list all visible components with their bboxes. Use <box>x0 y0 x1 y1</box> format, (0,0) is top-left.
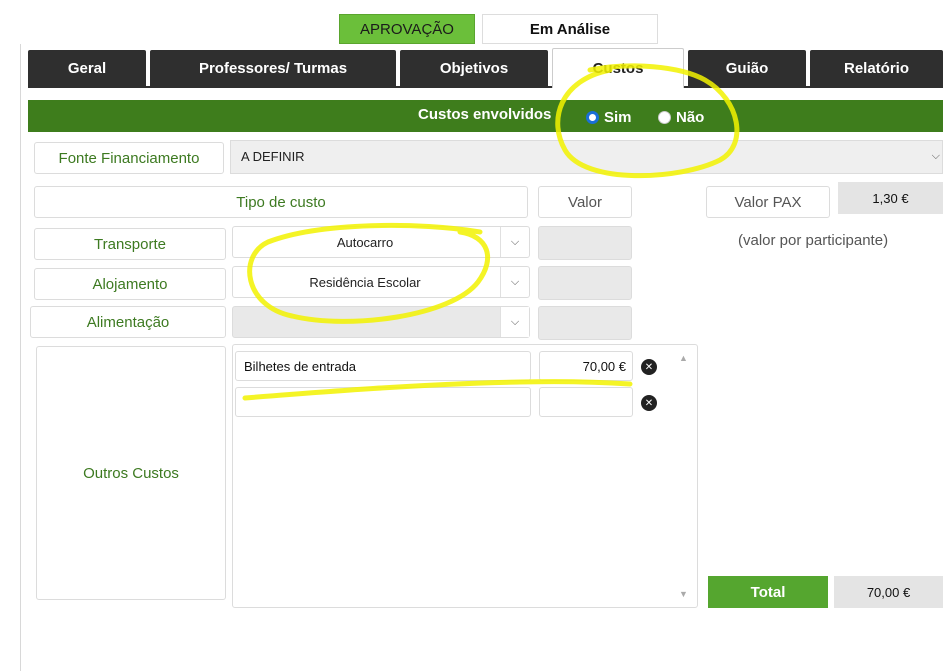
tab-relatorio[interactable]: Relatório <box>810 50 943 86</box>
total-label: Total <box>708 576 828 608</box>
costs-yes-radio[interactable]: Sim <box>586 109 632 126</box>
alojamento-select[interactable]: Residência Escolar ⌵ <box>232 266 530 298</box>
radio-unchecked-icon <box>658 111 671 124</box>
fonte-financiamento-value: A DEFINIR <box>241 149 305 164</box>
transporte-select[interactable]: Autocarro ⌵ <box>232 226 530 258</box>
total-value: 70,00 € <box>834 576 943 608</box>
transporte-label: Transporte <box>34 228 226 260</box>
tipo-custo-header-text: Tipo de custo <box>236 193 326 211</box>
alimentacao-value-input[interactable] <box>538 306 632 340</box>
chevron-down-icon: ⌵ <box>500 267 529 297</box>
fonte-financiamento-select[interactable]: A DEFINIR ⌵ <box>230 140 943 174</box>
total-label-text: Total <box>750 583 786 601</box>
tab-guiao[interactable]: Guião <box>688 50 806 86</box>
outros-custos-label-text: Outros Custos <box>83 464 179 482</box>
alojamento-value: Residência Escolar <box>309 274 421 290</box>
alimentacao-select[interactable]: ⌵ <box>232 306 530 338</box>
valor-header: Valor <box>538 186 632 218</box>
alojamento-value-input[interactable] <box>538 266 632 300</box>
fonte-financiamento-label-text: Fonte Financiamento <box>58 149 200 167</box>
scroll-up-icon[interactable]: ▲ <box>679 353 688 363</box>
status-value: Em Análise <box>482 14 658 44</box>
alojamento-label-text: Alojamento <box>92 275 168 293</box>
chevron-down-icon: ⌵ <box>500 227 529 257</box>
close-icon[interactable]: ✕ <box>641 359 657 375</box>
costs-involved-bar: Custos envolvidos Sim Não <box>28 100 943 132</box>
outros-item-2-description[interactable] <box>235 387 531 417</box>
status-label-text: APROVAÇÃO <box>360 20 454 38</box>
form-frame <box>20 44 22 671</box>
status-label: APROVAÇÃO <box>339 14 475 44</box>
tab-custos-label: Custos <box>592 60 644 77</box>
valor-pax-value: 1,30 € <box>838 182 943 214</box>
outros-item-1-value[interactable]: 70,00 € <box>539 351 633 381</box>
radio-checked-icon <box>586 111 599 124</box>
status-value-text: Em Análise <box>529 20 611 38</box>
outros-item-1-description-text: Bilhetes de entrada <box>244 358 357 374</box>
transporte-value: Autocarro <box>336 234 394 250</box>
costs-no-radio[interactable]: Não <box>658 109 704 126</box>
tab-bar-underline <box>28 86 552 88</box>
tab-bar-underline-right <box>684 86 943 88</box>
fonte-financiamento-label: Fonte Financiamento <box>34 142 224 174</box>
tab-guiao-label: Guião <box>725 59 769 77</box>
tab-professores-turmas[interactable]: Professores/ Turmas <box>150 50 396 86</box>
transporte-value-input[interactable] <box>538 226 632 260</box>
outros-item-2-value[interactable] <box>539 387 633 417</box>
valor-header-text: Valor <box>568 193 602 211</box>
chevron-down-icon: ⌵ <box>931 150 940 162</box>
costs-no-label: Não <box>676 109 705 126</box>
valor-pax-label-text: Valor PAX <box>734 193 802 211</box>
outros-item-1-description[interactable]: Bilhetes de entrada <box>235 351 531 381</box>
alimentacao-value <box>233 307 497 337</box>
tab-geral[interactable]: Geral <box>28 50 146 86</box>
tab-relatorio-label: Relatório <box>843 59 909 77</box>
scroll-down-icon[interactable]: ▼ <box>679 589 688 599</box>
tab-objetivos-label: Objetivos <box>439 59 509 77</box>
alojamento-label: Alojamento <box>34 268 226 300</box>
outros-item-1-value-text: 70,00 € <box>582 358 626 374</box>
tipo-custo-header: Tipo de custo <box>34 186 528 218</box>
costs-involved-label: Custos envolvidos <box>418 106 552 123</box>
outros-custos-list[interactable]: Bilhetes de entrada 70,00 € ✕ ✕ ▲ ▼ <box>232 344 698 608</box>
tab-geral-label: Geral <box>67 59 107 77</box>
alimentacao-label-text: Alimentação <box>86 313 170 331</box>
transporte-label-text: Transporte <box>94 235 166 253</box>
chevron-down-icon: ⌵ <box>500 307 529 337</box>
tab-professores-turmas-label: Professores/ Turmas <box>198 59 348 77</box>
valor-pax-note-text: (valor por participante) <box>738 232 889 249</box>
tab-objetivos[interactable]: Objetivos <box>400 50 548 86</box>
tab-custos[interactable]: Custos <box>552 48 684 88</box>
total-value-text: 70,00 € <box>866 584 911 600</box>
costs-yes-label: Sim <box>604 109 632 126</box>
valor-pax-note: (valor por participante) <box>738 232 888 249</box>
outros-custos-label: Outros Custos <box>36 346 226 600</box>
close-icon[interactable]: ✕ <box>641 395 657 411</box>
alimentacao-label: Alimentação <box>30 306 226 338</box>
valor-pax-value-text: 1,30 € <box>872 190 909 206</box>
valor-pax-label: Valor PAX <box>706 186 830 218</box>
